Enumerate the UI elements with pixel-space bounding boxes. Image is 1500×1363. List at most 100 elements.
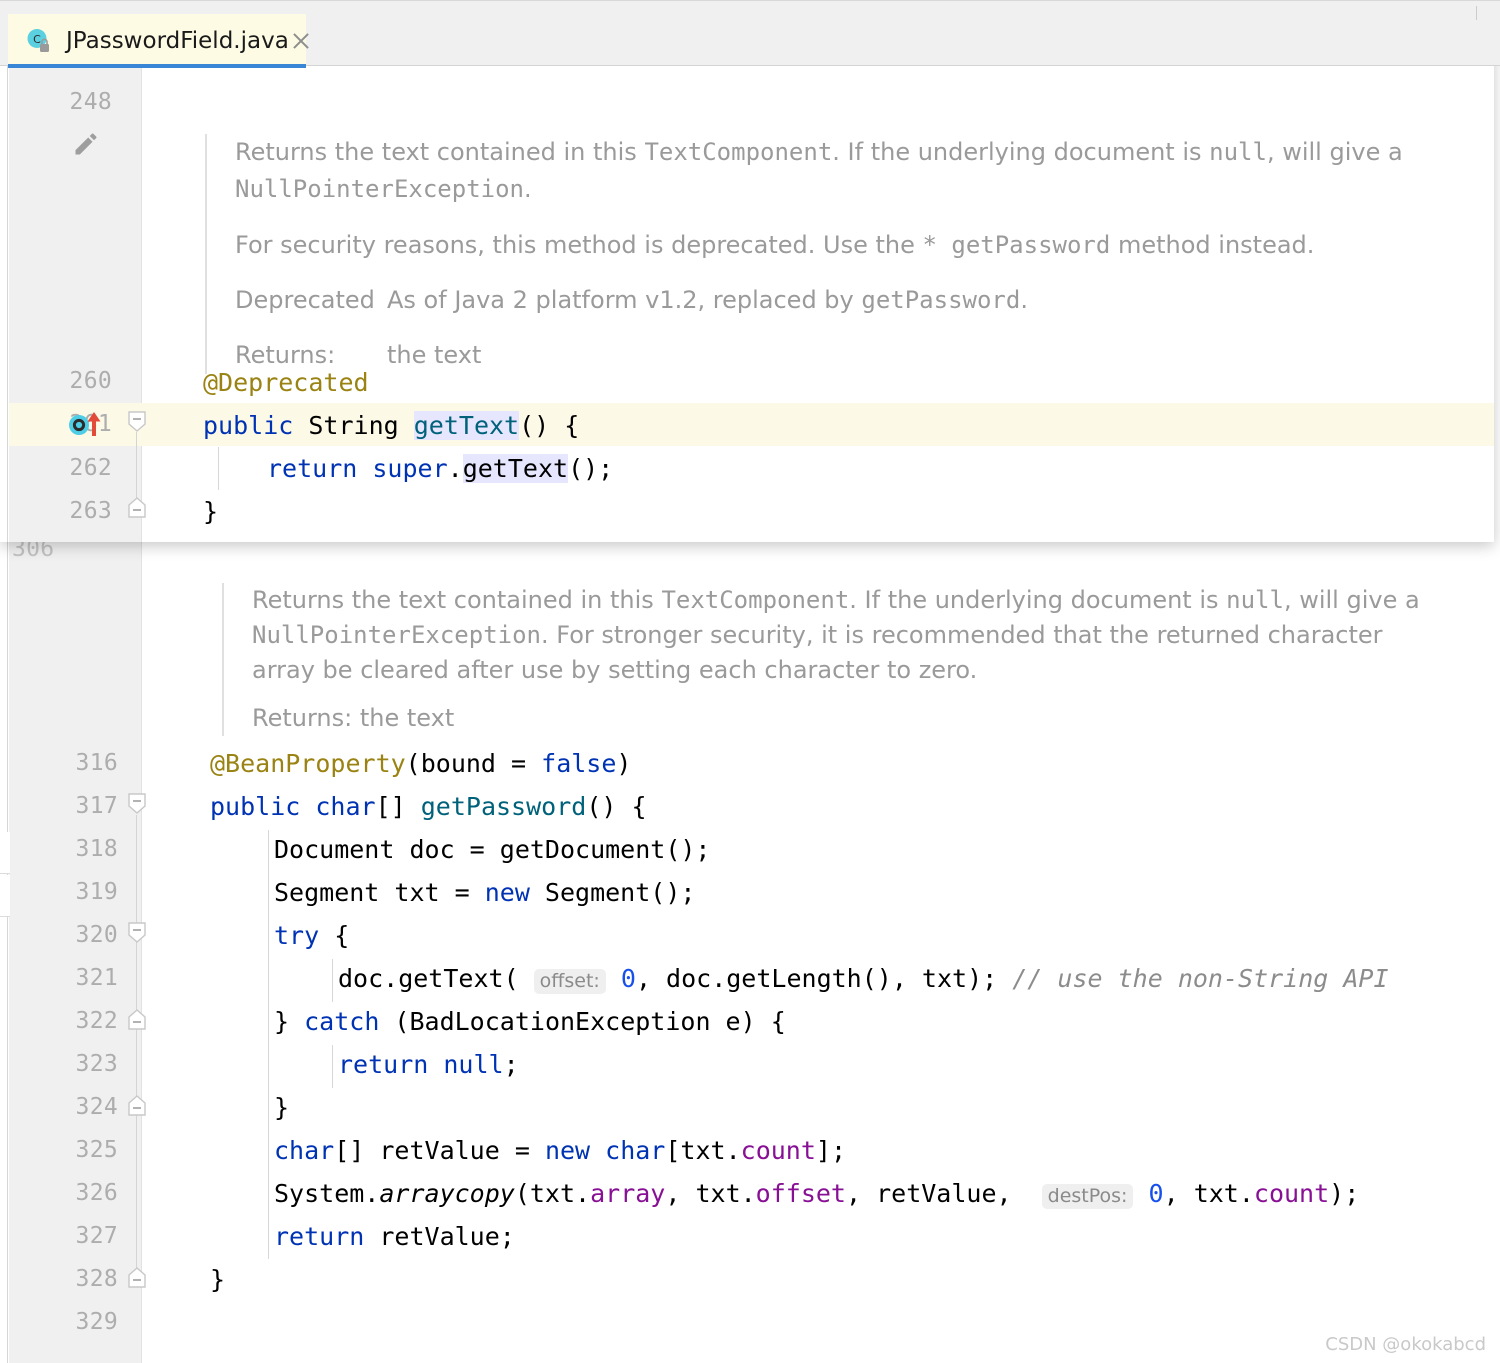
code-token: offset: [533, 969, 606, 994]
code-line[interactable]: return super.getText(); [267, 447, 613, 490]
code-line[interactable]: return null; [338, 1043, 519, 1086]
tab-jpasswordfield-java[interactable]: C JPasswordField.java [8, 14, 306, 67]
fold-rail [136, 815, 137, 1268]
code-line[interactable]: Segment txt = new Segment(); [274, 871, 695, 914]
svg-text:C: C [33, 33, 41, 46]
line-number: 323 [75, 1051, 118, 1077]
javadoc-text-span: Returns the text contained in this [252, 586, 662, 614]
overriding-method-icon[interactable] [68, 410, 108, 442]
line-number: 329 [75, 1309, 118, 1335]
code-token: , txt. [665, 1179, 756, 1208]
editor-left-marker [0, 875, 10, 917]
fold-marker-expand[interactable] [128, 496, 146, 518]
code-token: count [1253, 1179, 1330, 1208]
javadoc-text-span: For security reasons, this method is dep… [235, 231, 923, 259]
javadoc-returns-line: Returns: the text [252, 704, 455, 732]
code-line[interactable]: } catch (BadLocationException e) { [274, 1000, 786, 1043]
fold-marker-expand[interactable] [128, 1094, 146, 1116]
code-token: [] [375, 792, 421, 821]
code-token: char [315, 792, 376, 821]
javadoc-code-span: TextComponent [661, 586, 850, 614]
code-token: } [203, 497, 219, 526]
code-line[interactable]: public String getText() { [203, 404, 579, 447]
javadoc-paragraph: For security reasons, this method is dep… [235, 227, 1445, 264]
code-token: @BeanProperty [210, 749, 406, 778]
fold-marker-expand[interactable] [128, 1266, 146, 1288]
code-token: 0 [1148, 1179, 1164, 1208]
tab-label: JPasswordField.java [66, 27, 289, 54]
editor-window: 306 Returns the text contained in this T… [0, 0, 1500, 1363]
code-line[interactable]: char[] retValue = new char[txt.count]; [274, 1129, 846, 1172]
popup-fold-column[interactable] [142, 0, 172, 542]
fold-marker-collapse[interactable] [128, 793, 146, 814]
code-token: , doc.getLength(), txt); [635, 964, 1013, 993]
javadoc-text-span: . If the underlying document is [832, 138, 1210, 166]
code-token: count [740, 1136, 816, 1165]
code-line[interactable]: return retValue; [274, 1215, 515, 1258]
edit-pencil-icon[interactable] [72, 130, 100, 162]
line-number: 260 [69, 368, 112, 394]
code-line[interactable]: System.arraycopy(txt.array, txt.offset, … [274, 1172, 1359, 1218]
code-line[interactable]: public char[] getPassword() { [210, 785, 647, 828]
javadoc-text-span: . If the underlying document is [849, 586, 1227, 614]
code-token: getPassword [420, 792, 587, 821]
javadoc-tag-row: Returns: the text [235, 337, 1445, 374]
fold-marker-collapse[interactable] [128, 922, 146, 943]
code-token: destPos: [1041, 1184, 1134, 1209]
code-token: array [590, 1179, 666, 1208]
javadoc-tag-row: Deprecated As of Java 2 platform v1.2, re… [235, 282, 1445, 319]
popup-left-rail [0, 0, 8, 542]
javadoc-text-span: method instead. [1110, 231, 1315, 259]
code-line[interactable]: @BeanProperty(bound = false) [210, 742, 631, 785]
quick-definition-popup[interactable]: 248 260 261 262 263 Returns the text con… [0, 0, 1494, 542]
code-token: ]; [815, 1136, 847, 1165]
line-number: 324 [75, 1094, 118, 1120]
javadoc-tag-value: As of Java 2 platform v1.2, replaced by … [387, 282, 1028, 319]
code-token: new [484, 878, 530, 907]
line-number: 320 [75, 922, 118, 948]
javadoc-paragraph: Returns the text contained in this TextC… [235, 134, 1445, 208]
code-token: System. [274, 1179, 380, 1208]
code-token: (txt. [514, 1179, 591, 1208]
code-token: (); [568, 454, 614, 483]
code-token: return [274, 1222, 365, 1251]
code-token: Segment(); [529, 878, 696, 907]
code-token: // use the non-String API [1012, 964, 1389, 993]
line-number: 318 [75, 836, 118, 862]
code-line[interactable]: } [210, 1258, 225, 1301]
code-token: } [274, 1007, 305, 1036]
editor-tab-bar[interactable]: C JPasswordField.java [0, 0, 1500, 68]
close-icon[interactable] [289, 29, 313, 53]
code-line[interactable]: } [203, 490, 218, 533]
code-line[interactable]: try { [274, 914, 349, 957]
code-line[interactable]: Document doc = getDocument(); [274, 828, 711, 871]
line-number: 322 [75, 1008, 118, 1034]
javadoc-code-span: NullPointerException [252, 621, 541, 649]
code-token: } [210, 1265, 226, 1294]
javadoc-text-span: . [523, 175, 532, 203]
code-token: ) [616, 749, 632, 778]
javadoc-paragraph: Returns the text contained in this TextC… [252, 583, 1452, 688]
code-token: (bound = [405, 749, 542, 778]
code-line[interactable]: doc.getText( offset: 0, doc.getLength(),… [338, 957, 1389, 1003]
code-line[interactable]: @Deprecated [203, 361, 369, 404]
code-token: retValue; [364, 1222, 515, 1251]
code-token: getText [462, 454, 569, 483]
javadoc-code-span: getPassword [861, 286, 1021, 314]
javadoc-text-span: . [1020, 286, 1028, 314]
fold-marker-expand[interactable] [128, 1008, 146, 1030]
code-line[interactable]: } [274, 1086, 289, 1129]
code-token: } [274, 1093, 290, 1122]
fold-marker-collapse[interactable] [128, 411, 146, 432]
javadoc-rendered-block: Returns the text contained in this TextC… [222, 583, 1452, 736]
indent-guide [218, 447, 219, 490]
line-number: 325 [75, 1137, 118, 1163]
code-token: arraycopy [379, 1179, 515, 1208]
code-token: Segment txt = [274, 878, 485, 907]
javadoc-code-span: TextComponent [644, 138, 833, 166]
javadoc-code-span: null [1209, 138, 1267, 166]
